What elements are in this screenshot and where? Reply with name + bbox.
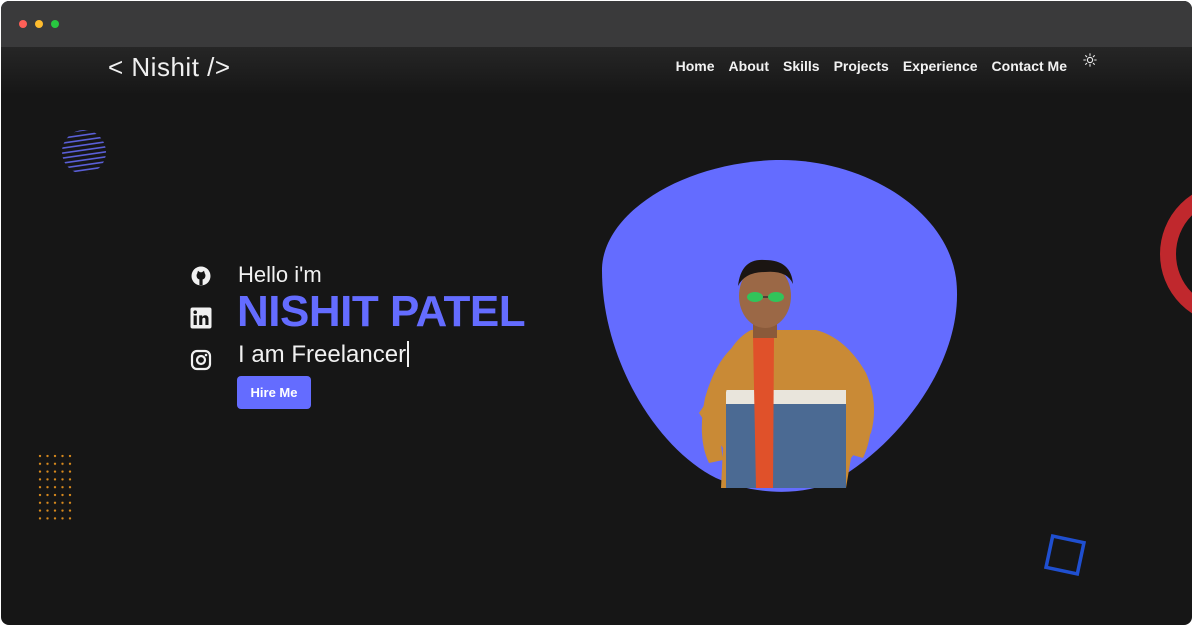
nav-about[interactable]: About xyxy=(729,58,769,74)
nav-experience[interactable]: Experience xyxy=(903,58,978,74)
hero-tagline: I am Freelancer xyxy=(238,341,410,369)
site-logo[interactable]: < Nishit /> xyxy=(108,52,231,83)
profile-photo xyxy=(601,159,958,492)
maximize-window-button[interactable] xyxy=(51,20,59,28)
hero-greeting: Hello i'm xyxy=(238,262,322,287)
hero-tagline-text: I am Freelancer xyxy=(238,341,407,368)
nav-skills[interactable]: Skills xyxy=(783,58,820,74)
nav-links: Home About Skills Projects Experience Co… xyxy=(662,58,1067,74)
nav-contact-me[interactable]: Contact Me xyxy=(992,58,1067,74)
close-window-button[interactable] xyxy=(19,20,27,28)
minimize-window-button[interactable] xyxy=(35,20,43,28)
typing-cursor xyxy=(407,341,410,367)
hero-name: NISHIT PATEL xyxy=(237,287,526,336)
github-icon[interactable] xyxy=(190,265,212,287)
browser-window: < Nishit /> Home About Skills Projects E… xyxy=(1,1,1192,625)
site-navbar: < Nishit /> Home About Skills Projects E… xyxy=(1,47,1192,95)
linkedin-icon[interactable] xyxy=(190,307,212,329)
instagram-icon[interactable] xyxy=(190,349,212,371)
sun-icon[interactable] xyxy=(1083,53,1097,67)
dot-grid-decoration xyxy=(38,454,74,522)
square-outline-decoration xyxy=(1043,533,1087,577)
nav-home[interactable]: Home xyxy=(676,58,715,74)
striped-circle-decoration xyxy=(62,130,106,174)
window-titlebar xyxy=(1,1,1192,47)
ring-decoration xyxy=(1160,194,1192,314)
hire-me-button[interactable]: Hire Me xyxy=(237,376,311,409)
nav-projects[interactable]: Projects xyxy=(834,58,889,74)
